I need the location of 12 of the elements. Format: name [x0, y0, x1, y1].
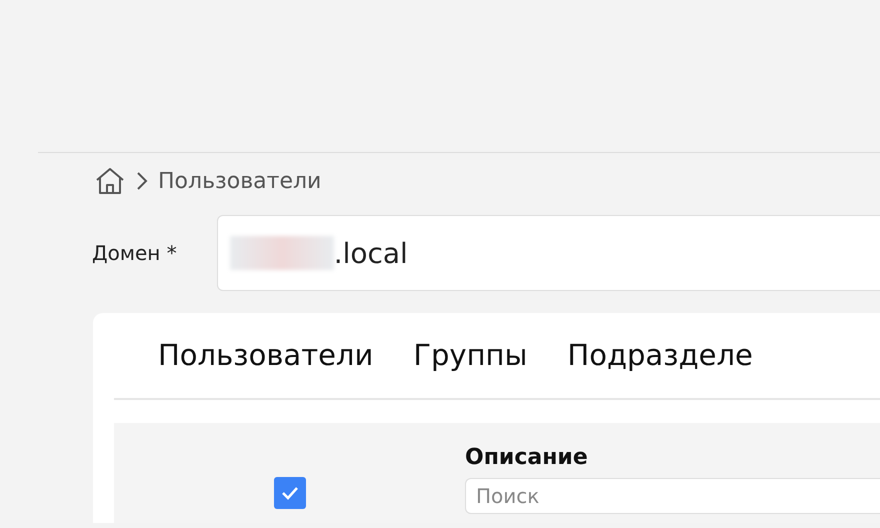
checkmark-icon	[280, 486, 298, 500]
home-icon[interactable]	[94, 166, 126, 196]
breadcrumb-current: Пользователи	[158, 168, 322, 194]
tab[interactable]: Подразделе	[567, 333, 753, 377]
tab[interactable]: Пользователи	[158, 333, 374, 377]
search-field[interactable]: Поиск	[465, 478, 880, 514]
tab[interactable]: Группы	[413, 333, 528, 377]
domain-input-field[interactable]: .local	[216, 215, 880, 291]
column-title: Описание	[465, 445, 589, 470]
select-all-checkbox[interactable]	[274, 477, 306, 509]
chevron-icon	[136, 171, 148, 191]
domain-label: Домен *	[92, 241, 177, 265]
